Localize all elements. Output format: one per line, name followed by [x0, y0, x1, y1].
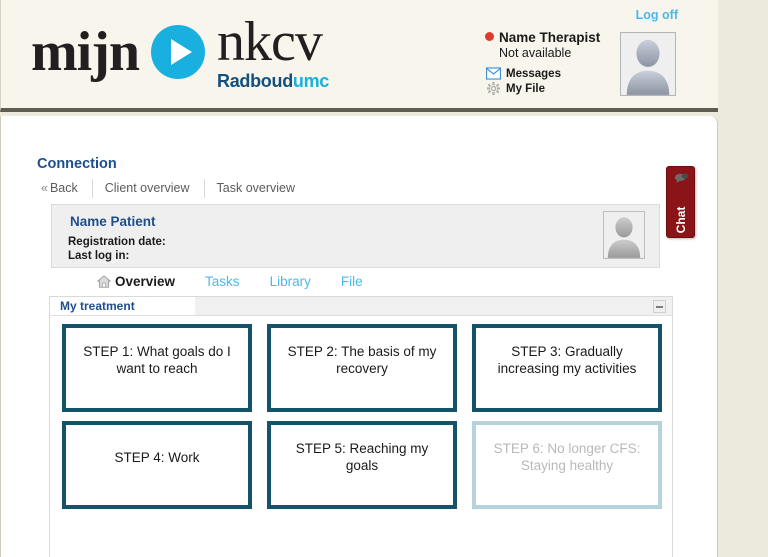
- step-card-2[interactable]: STEP 2: The basis of my recovery: [267, 324, 457, 412]
- logo-word-nkcv: nkcv: [217, 11, 323, 73]
- my-file-label: My File: [506, 82, 545, 95]
- patient-name: Name Patient: [70, 214, 156, 229]
- user-avatar-icon: [621, 33, 675, 95]
- chevron-left-icon: «: [41, 181, 48, 195]
- speech-bubble-icon: [674, 173, 689, 184]
- tab-overview[interactable]: Overview: [97, 274, 175, 289]
- step-card-6: STEP 6: No longer CFS: Staying healthy: [472, 421, 662, 509]
- logo-subtitle: Radboudumc: [217, 72, 329, 90]
- home-icon: [97, 275, 111, 288]
- main-tabs: Overview Tasks Library File: [97, 274, 363, 289]
- play-icon: [151, 25, 205, 79]
- chat-tab[interactable]: Chat: [666, 166, 695, 238]
- app-root: mijn nkcv Radboudumc Log off Name Therap…: [0, 0, 768, 557]
- status-dot-icon: [485, 32, 494, 41]
- step-card-4[interactable]: STEP 4: Work: [62, 421, 252, 509]
- patient-card: Name Patient Registration date: Last log…: [51, 204, 660, 268]
- log-off-link[interactable]: Log off: [636, 8, 678, 22]
- page-title: Connection: [37, 156, 117, 172]
- messages-label: Messages: [506, 67, 561, 80]
- site-logo[interactable]: mijn nkcv Radboudumc: [31, 14, 329, 90]
- user-avatar-icon: [604, 212, 644, 258]
- logo-right-block: nkcv Radboudumc: [217, 14, 329, 90]
- panel-title: My treatment: [60, 299, 135, 313]
- back-label: Back: [49, 181, 78, 195]
- panel-header: My treatment: [50, 297, 672, 316]
- step-card-3[interactable]: STEP 3: Gradually increasing my activiti…: [472, 324, 662, 412]
- logo-subtitle-radboud: Radboud: [217, 71, 293, 91]
- tab-overview-label: Overview: [115, 274, 176, 289]
- back-link[interactable]: «Back: [41, 179, 92, 198]
- step-card-5[interactable]: STEP 5: Reaching my goals: [267, 421, 457, 509]
- logo-word-mijn: mijn: [31, 21, 140, 83]
- content-panel: Connection «Back Client overview Task ov…: [0, 116, 718, 557]
- step-card-1[interactable]: STEP 1: What goals do I want to reach: [62, 324, 252, 412]
- header-avatar[interactable]: [620, 32, 676, 96]
- tab-file[interactable]: File: [341, 274, 363, 289]
- breadcrumb: «Back Client overview Task overview: [41, 179, 309, 198]
- tab-task-overview[interactable]: Task overview: [203, 179, 310, 198]
- chat-label: Chat: [673, 206, 688, 234]
- site-header: mijn nkcv Radboudumc Log off Name Therap…: [0, 0, 718, 112]
- patient-avatar[interactable]: [603, 211, 645, 259]
- tab-client-overview[interactable]: Client overview: [91, 179, 204, 198]
- envelope-icon: [486, 67, 501, 80]
- minimize-icon[interactable]: [653, 300, 666, 313]
- logo-subtitle-umc: umc: [292, 71, 330, 91]
- gear-icon: [486, 82, 501, 95]
- tab-library[interactable]: Library: [270, 274, 311, 289]
- therapist-name: Name Therapist: [499, 30, 601, 45]
- tab-tasks[interactable]: Tasks: [205, 274, 240, 289]
- patient-registration-date: Registration date:: [68, 236, 166, 248]
- my-treatment-panel: My treatment STEP 1: What goals do I wan…: [49, 296, 673, 557]
- patient-last-login: Last log in:: [68, 250, 130, 262]
- treatment-steps-grid: STEP 1: What goals do I want to reach ST…: [62, 324, 662, 509]
